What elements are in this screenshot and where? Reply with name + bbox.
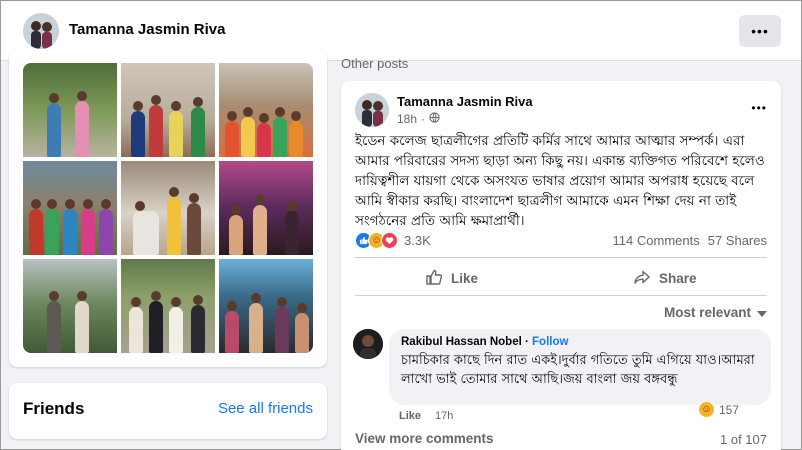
globe-icon bbox=[429, 112, 440, 126]
comment-reactions[interactable]: ☺ 157 bbox=[697, 401, 739, 418]
caret-down-icon bbox=[757, 305, 767, 320]
see-all-friends-link[interactable]: See all friends bbox=[218, 400, 313, 417]
photo-thumbnail-8[interactable] bbox=[121, 259, 215, 353]
photo-grid bbox=[23, 63, 313, 353]
post-card: Tamanna Jasmin Riva 18h · ••• ইডেন কলেজ … bbox=[341, 81, 781, 450]
post-text: ইডেন কলেজ ছাত্রলীগের প্রতিটি কর্মির সাথে… bbox=[355, 133, 765, 229]
comment-reaction-count: 157 bbox=[718, 402, 739, 417]
comment-timestamp[interactable]: 17h bbox=[435, 410, 453, 422]
share-button[interactable]: Share bbox=[633, 265, 697, 291]
share-arrow-icon bbox=[633, 268, 651, 289]
comment-pager: 1 of 107 bbox=[720, 432, 767, 447]
comment-count-link[interactable]: 114 Comments bbox=[613, 233, 700, 248]
like-label: Like bbox=[451, 270, 479, 286]
profile-name[interactable]: Tamanna Jasmin Riva bbox=[69, 21, 225, 38]
post-timestamp[interactable]: 18h bbox=[397, 112, 417, 126]
post-more-button[interactable]: ••• bbox=[751, 101, 767, 115]
profile-avatar[interactable] bbox=[23, 13, 59, 49]
photo-thumbnail-1[interactable] bbox=[23, 63, 117, 157]
photos-card bbox=[9, 49, 327, 367]
commenter-avatar[interactable] bbox=[353, 329, 383, 359]
other-posts-heading: Other posts bbox=[341, 56, 409, 71]
post-author-avatar[interactable] bbox=[355, 93, 389, 127]
post-meta: 18h · bbox=[397, 112, 440, 126]
share-label: Share bbox=[659, 270, 697, 286]
comment-text: চামচিকার কাছে দিন রাত একই।দুর্বার গতিতে … bbox=[401, 353, 755, 387]
sort-label: Most relevant bbox=[663, 305, 751, 320]
photo-thumbnail-7[interactable] bbox=[23, 259, 117, 353]
follow-link[interactable]: Follow bbox=[532, 336, 568, 348]
love-icon bbox=[381, 232, 398, 249]
friends-title: Friends bbox=[23, 399, 85, 418]
photo-thumbnail-5[interactable] bbox=[121, 161, 215, 255]
photo-thumbnail-2[interactable] bbox=[121, 63, 215, 157]
comment-author[interactable]: Rakibul Hassan Nobel bbox=[401, 336, 522, 348]
photo-thumbnail-4[interactable] bbox=[23, 161, 117, 255]
photo-thumbnail-6[interactable] bbox=[219, 161, 313, 255]
like-button[interactable]: Like bbox=[425, 265, 478, 291]
header-more-button[interactable]: ••• bbox=[739, 15, 781, 47]
haha-icon: ☺ bbox=[697, 401, 715, 418]
reaction-count: 3.3K bbox=[404, 233, 431, 248]
ellipsis-icon: ••• bbox=[751, 23, 769, 39]
view-more-comments-link[interactable]: View more comments bbox=[355, 431, 494, 446]
divider bbox=[355, 295, 767, 296]
post-author-name[interactable]: Tamanna Jasmin Riva bbox=[397, 94, 533, 109]
comment-sort-dropdown[interactable]: Most relevant bbox=[664, 305, 767, 320]
friends-card: Friends See all friends bbox=[9, 383, 327, 439]
share-count-link[interactable]: 57 Shares bbox=[708, 233, 767, 248]
ellipsis-icon: ••• bbox=[751, 101, 767, 115]
comment-bubble: Rakibul Hassan Nobel · Follow চামচিকার ক… bbox=[389, 329, 771, 405]
photo-thumbnail-9[interactable] bbox=[219, 259, 313, 353]
post-stats: 114 Comments 57 Shares bbox=[613, 233, 767, 248]
thumbs-up-icon bbox=[425, 268, 443, 289]
post-reactions[interactable]: ☺ 3.3K bbox=[355, 232, 431, 249]
comment-like-button[interactable]: Like bbox=[399, 410, 421, 422]
photo-thumbnail-3[interactable] bbox=[219, 63, 313, 157]
divider bbox=[355, 257, 767, 258]
comment-actions: Like 17h bbox=[399, 410, 453, 422]
